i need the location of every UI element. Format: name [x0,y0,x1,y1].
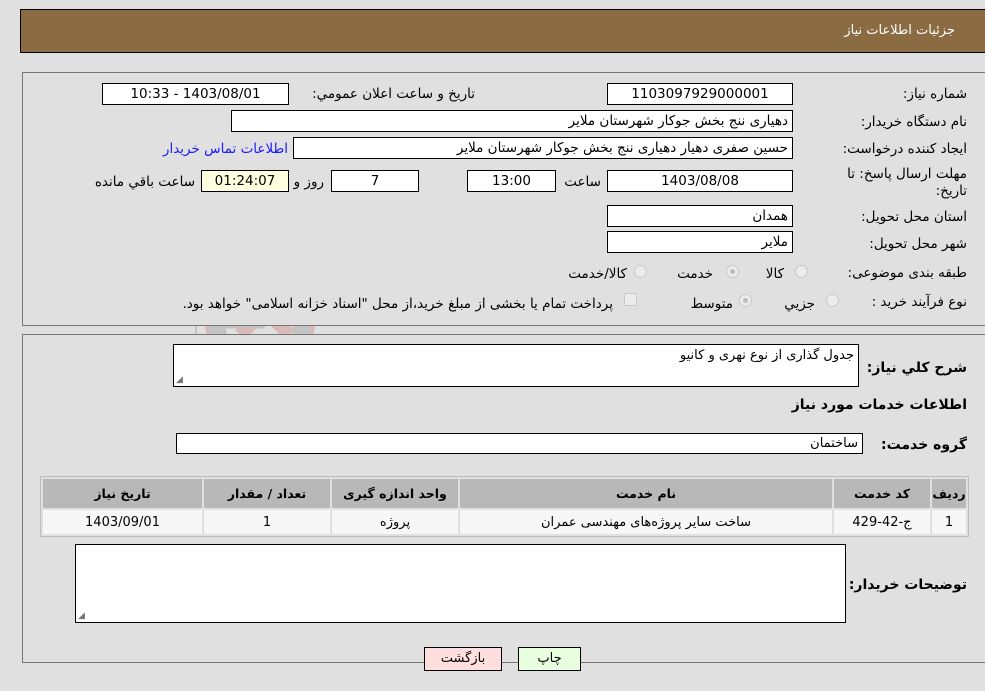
announce-datetime-field[interactable]: 1403/08/01 - 10:33 [102,83,289,105]
page-header: جزئیات اطلاعات نیاز [20,9,985,53]
category-option-service: خدمت [677,266,713,282]
page-title: جزئیات اطلاعات نیاز [844,23,955,38]
col-service-code: کد خدمت [834,479,930,508]
creator-label: ايجاد کننده درخواست: [842,141,967,157]
services-table: رديف کد خدمت نام خدمت واحد اندازه گيری ت… [40,476,969,537]
category-radio-goods[interactable] [795,265,808,278]
print-button[interactable]: چاپ [518,647,581,671]
buyer-contact-link[interactable]: اطلاعات تماس خريدار [163,141,288,157]
city-label: شهر محل تحويل: [869,236,967,252]
table-header-row: رديف کد خدمت نام خدمت واحد اندازه گيری ت… [43,479,966,508]
general-desc-text: جدول گذاری از نوع نهری و کانیو [679,348,854,363]
general-desc-textarea[interactable]: جدول گذاری از نوع نهری و کانیو ◢ [173,344,859,387]
deadline-time-label: ساعت [564,174,601,190]
col-need-date: تاريخ نياز [43,479,202,508]
announce-datetime-label: تاريخ و ساعت اعلان عمومي: [312,86,475,102]
province-label: استان محل تحويل: [861,209,967,225]
cell-quantity: 1 [204,510,330,534]
back-button[interactable]: بازگشت [424,647,502,671]
resize-grip-icon[interactable]: ◢ [78,611,85,621]
cell-row-number: 1 [932,510,966,534]
days-remaining-field[interactable]: 7 [331,170,419,192]
treasury-checkbox[interactable] [624,293,637,306]
col-unit: واحد اندازه گيری [332,479,458,508]
cell-service-code: ج-42-429 [834,510,930,534]
cell-service-name: ساخت سایر پروژه‌های مهندسی عمران [460,510,832,534]
process-option-minor: جزيي [784,296,815,312]
treasury-note: پرداخت تمام یا بخشی از مبلغ خرید،از محل … [182,296,613,312]
deadline-date-field[interactable]: 1403/08/08 [607,170,793,192]
buyer-org-label: نام دستگاه خريدار: [860,114,967,130]
process-radio-minor[interactable] [826,294,839,307]
category-radio-goods-service[interactable] [634,265,647,278]
remaining-time-label: ساعت باقي مانده [94,174,195,190]
process-radio-medium[interactable] [739,294,752,307]
deadline-label: مهلت ارسال پاسخ: تا تاریخ: [847,166,967,199]
col-service-name: نام خدمت [460,479,832,508]
col-quantity: تعداد / مقدار [204,479,330,508]
category-radio-service[interactable] [726,265,739,278]
col-row-number: رديف [932,479,966,508]
category-label: طبقه بندی موضوعی: [847,265,967,281]
city-field[interactable]: ملایر [607,231,793,253]
process-label: نوع فرآيند خريد : [871,294,967,310]
need-number-field[interactable]: 1103097929000001 [607,83,793,105]
cell-need-date: 1403/09/01 [43,510,202,534]
service-group-field[interactable]: ساختمان [176,433,863,454]
buyer-notes-textarea[interactable]: ◢ [75,544,846,623]
table-row: 1 ج-42-429 ساخت سایر پروژه‌های مهندسی عم… [43,510,966,534]
remaining-time-field: 01:24:07 [201,170,289,192]
category-option-goods: کالا [765,266,784,282]
need-number-label: شماره نیاز: [902,86,967,102]
category-option-goods-service: کالا/خدمت [568,266,627,282]
resize-grip-icon[interactable]: ◢ [176,375,183,385]
cell-unit: پروژه [332,510,458,534]
creator-field[interactable]: حسین صفری دهیار دهیاری ننج بخش جوکار شهر… [293,137,793,159]
province-field[interactable]: همدان [607,205,793,227]
general-desc-label: شرح کلي نياز: [866,360,967,376]
days-label: روز و [293,174,324,190]
process-option-medium: متوسط [690,296,733,312]
services-section-title: اطلاعات خدمات مورد نياز [791,397,967,413]
deadline-time-field[interactable]: 13:00 [467,170,556,192]
service-group-label: گروه خدمت: [881,437,967,453]
buyer-notes-label: توضيحات خريدار: [848,577,967,593]
buyer-org-field[interactable]: دهیاری ننج بخش جوکار شهرستان ملایر [231,110,793,132]
